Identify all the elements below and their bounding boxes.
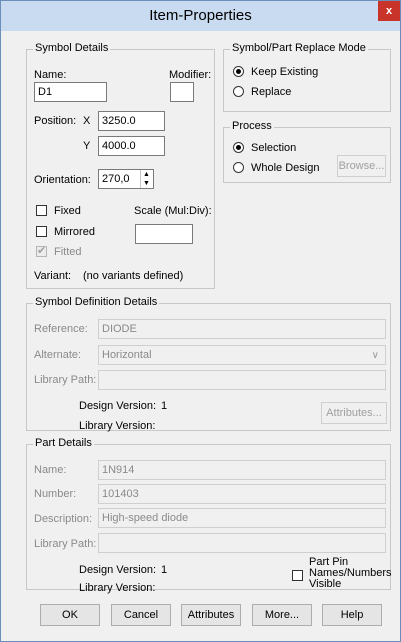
replace-mode-group: Symbol/Part Replace Mode Keep Existing R… — [223, 42, 391, 112]
library-path-field — [98, 370, 386, 390]
orientation-label: Orientation: — [34, 174, 91, 186]
symbol-definition-title: Symbol Definition Details — [33, 296, 160, 308]
variant-label: Variant: — [34, 270, 72, 282]
process-group: Process Selection Whole Design Browse... — [223, 120, 391, 183]
part-details-title: Part Details — [33, 437, 94, 449]
part-details-group: Part Details Name: 1N914 Number: 101403 … — [26, 437, 392, 594]
window-title: Item-Properties — [149, 7, 252, 24]
ok-button[interactable]: OK — [40, 604, 100, 626]
part-number-field: 101403 — [98, 484, 386, 504]
keep-existing-label: Keep Existing — [251, 66, 319, 78]
pin-names-visible-label: Part Pin Names/Numbers Visible — [309, 557, 392, 590]
part-name-field: 1N914 — [98, 460, 386, 480]
description-label: Description: — [34, 513, 93, 525]
whole-design-radio[interactable] — [233, 162, 244, 173]
mirrored-checkbox[interactable] — [36, 226, 47, 237]
symbol-definition-group: Symbol Definition Details Reference: DIO… — [26, 296, 391, 432]
name-input[interactable]: D1 — [34, 82, 107, 102]
modifier-label: Modifier: — [169, 69, 212, 81]
part-number-label: Number: — [34, 488, 77, 500]
scale-input[interactable] — [135, 224, 193, 244]
position-y-input[interactable]: 4000.0 — [98, 136, 165, 156]
more-button[interactable]: More... — [252, 604, 312, 626]
chevron-down-icon[interactable]: ∨ — [372, 347, 379, 365]
part-library-version-label: Library Version: — [79, 582, 156, 594]
replace-label: Replace — [251, 86, 292, 98]
alternate-select[interactable]: Horizontal ∨ — [98, 345, 386, 365]
mirrored-label: Mirrored — [54, 226, 95, 238]
scale-label: Scale (Mul:Div): — [134, 205, 212, 217]
part-design-version-value: 1 — [161, 564, 168, 576]
help-button[interactable]: Help — [322, 604, 382, 626]
spin-up-icon[interactable]: ▲ — [141, 170, 152, 179]
symbol-details-title: Symbol Details — [33, 42, 111, 54]
definition-attributes-button[interactable]: Attributes... — [321, 402, 387, 424]
process-title: Process — [230, 120, 274, 132]
symbol-details-group: Symbol Details Name: Modifier: D1 Positi… — [26, 42, 215, 289]
title-bar: Item-Properties x — [1, 1, 400, 31]
fitted-label: Fitted — [54, 246, 82, 258]
design-version-label: Design Version: — [79, 400, 157, 412]
variant-value: (no variants defined) — [83, 270, 184, 282]
selection-label: Selection — [251, 142, 297, 154]
alternate-label: Alternate: — [34, 349, 82, 361]
checkmark-icon: ✔ — [37, 245, 47, 257]
fitted-checkbox[interactable]: ✔ — [36, 245, 47, 257]
orientation-spinner[interactable]: ▲ ▼ — [140, 170, 152, 188]
part-name-label: Name: — [34, 464, 67, 476]
part-design-version-label: Design Version: — [79, 564, 157, 576]
pin-names-line-3: Visible — [309, 578, 342, 590]
x-label: X — [83, 115, 91, 127]
close-button[interactable]: x — [378, 1, 400, 21]
spin-down-icon[interactable]: ▼ — [141, 179, 152, 188]
orientation-input[interactable]: 270,0 ▲ ▼ — [98, 169, 154, 189]
modifier-input[interactable] — [170, 82, 194, 102]
position-x-input[interactable]: 3250.0 — [98, 111, 165, 131]
alternate-value: Horizontal — [102, 349, 152, 361]
replace-radio[interactable] — [233, 86, 244, 97]
library-version-label: Library Version: — [79, 420, 156, 432]
fixed-label: Fixed — [54, 205, 81, 217]
description-field: High-speed diode — [98, 508, 386, 528]
library-path-label: Library Path: — [34, 374, 97, 386]
keep-existing-radio[interactable] — [233, 66, 244, 77]
replace-mode-title: Symbol/Part Replace Mode — [230, 42, 368, 54]
design-version-value: 1 — [161, 400, 168, 412]
browse-button[interactable]: Browse... — [337, 155, 386, 177]
y-label: Y — [83, 140, 91, 152]
position-label: Position: — [34, 115, 77, 127]
part-library-path-field — [98, 533, 386, 553]
whole-design-label: Whole Design — [251, 162, 320, 174]
cancel-button[interactable]: Cancel — [111, 604, 171, 626]
name-label: Name: — [34, 69, 67, 81]
orientation-value: 270,0 — [102, 173, 130, 185]
selection-radio[interactable] — [233, 142, 244, 153]
reference-field: DIODE — [98, 319, 386, 339]
attributes-button[interactable]: Attributes — [181, 604, 241, 626]
item-properties-dialog: Item-Properties x Symbol Details Name: M… — [0, 0, 401, 642]
pin-names-visible-checkbox[interactable] — [292, 570, 303, 581]
reference-label: Reference: — [34, 323, 88, 335]
part-library-path-label: Library Path: — [34, 538, 97, 550]
fixed-checkbox[interactable] — [36, 205, 47, 216]
